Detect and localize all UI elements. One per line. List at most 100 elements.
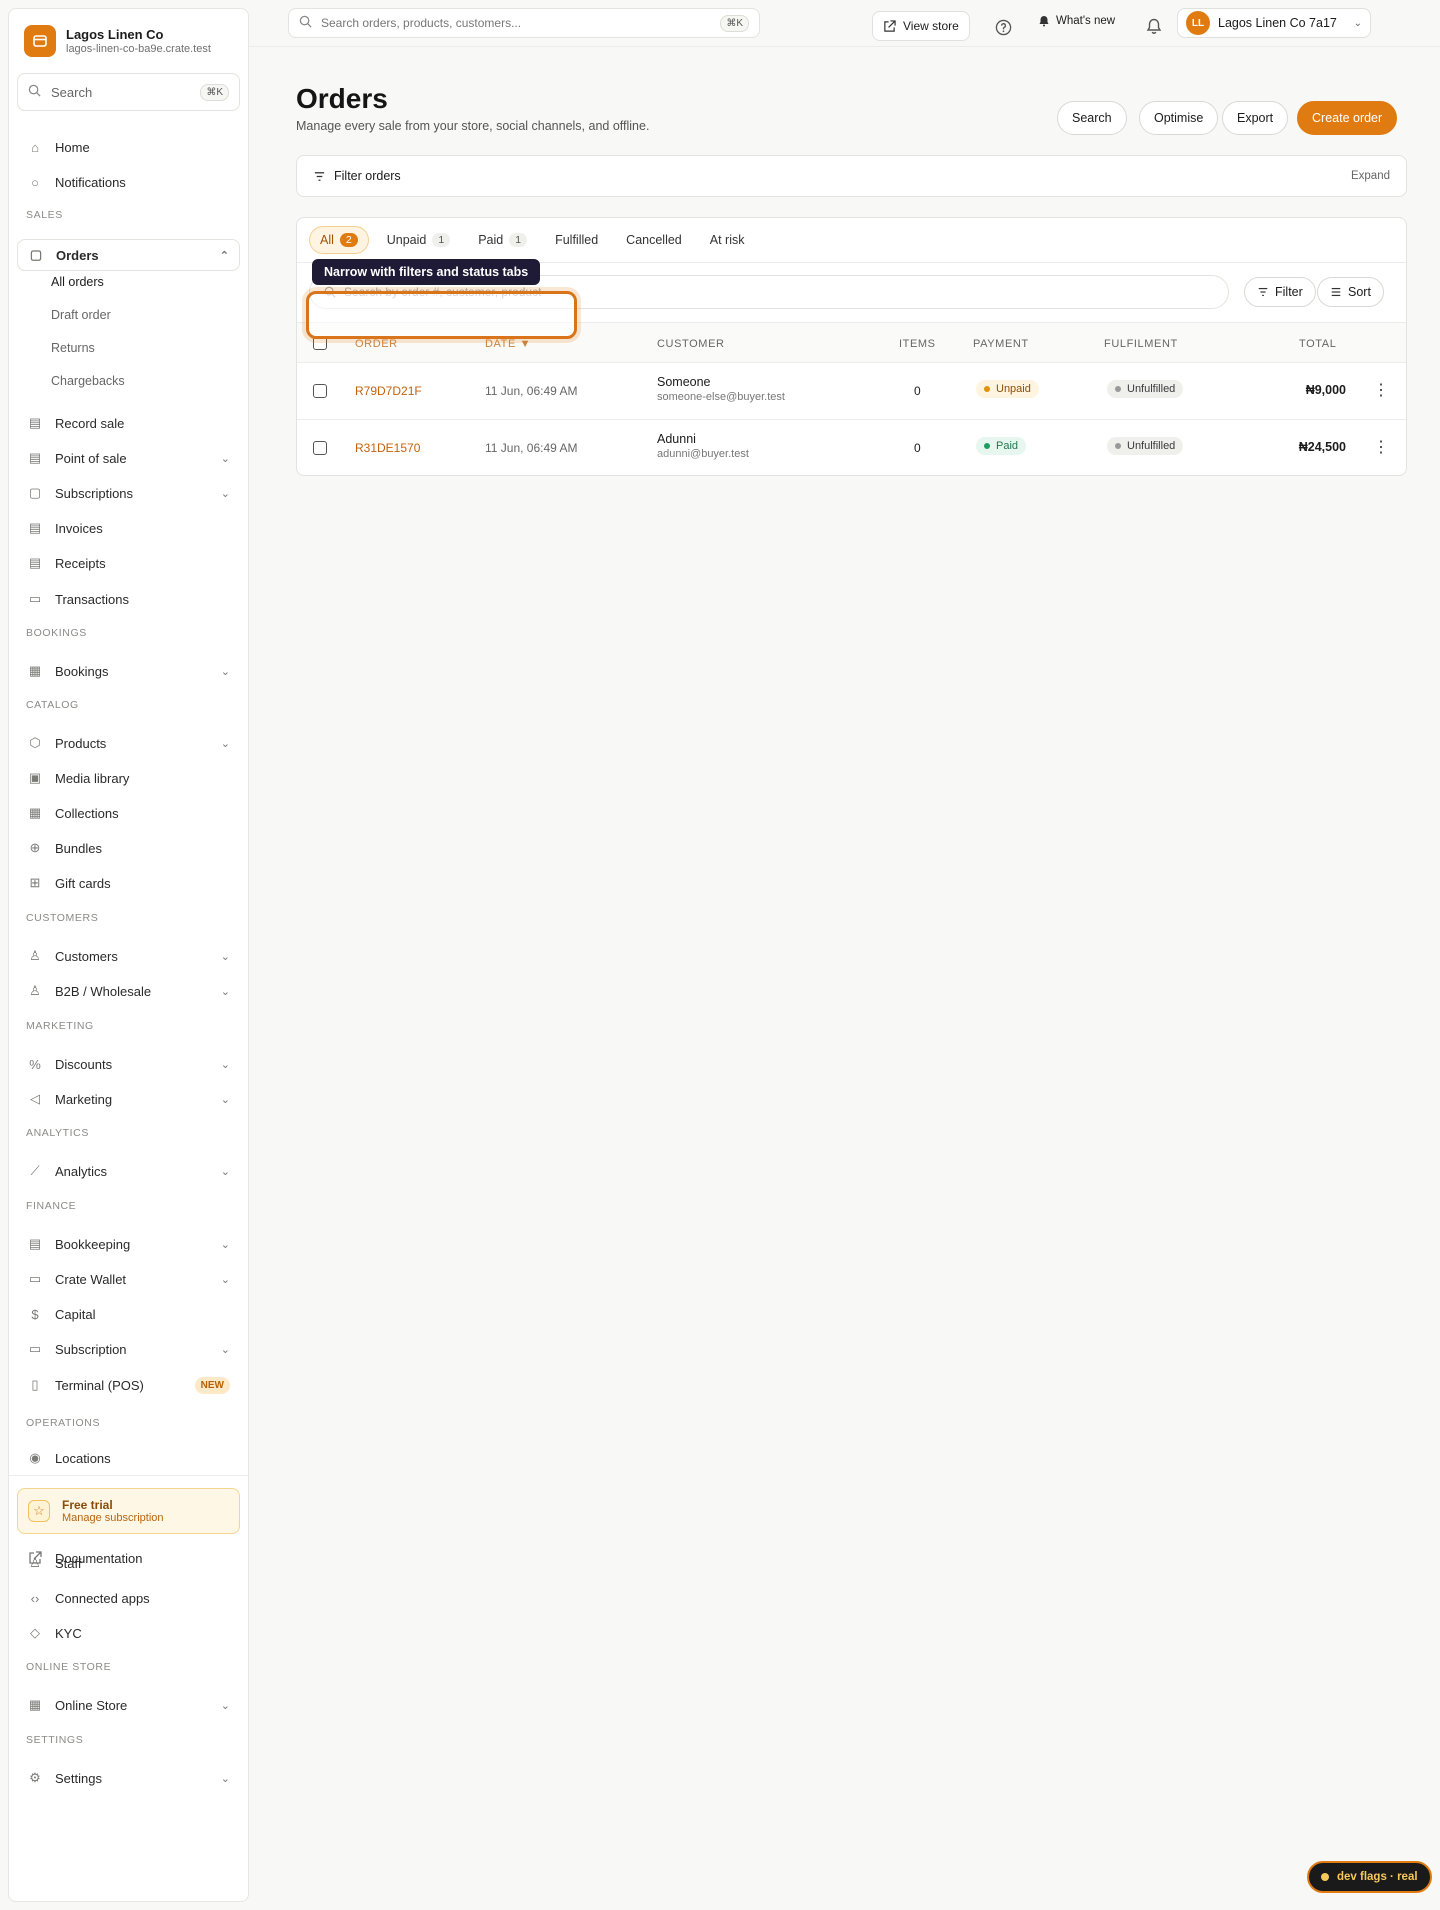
- sidebar-item-point-of-sale[interactable]: ▤ Point of sale ⌄: [17, 442, 240, 474]
- store-logo-icon: [24, 25, 56, 57]
- whats-new-button[interactable]: What's new: [1038, 15, 1115, 27]
- sidebar-item-crate-wallet[interactable]: ▭ Crate Wallet ⌄: [17, 1263, 240, 1295]
- filter-icon: [1257, 286, 1269, 298]
- documentation-label: Documentation: [55, 1550, 143, 1566]
- new-badge: NEW: [194, 1376, 230, 1394]
- sidebar-subitem-all-orders[interactable]: All orders: [51, 275, 104, 289]
- sidebar-item-label: Discounts: [55, 1056, 113, 1072]
- sort-button[interactable]: Sort: [1317, 277, 1384, 307]
- order-number-link[interactable]: R31DE1570: [355, 441, 420, 455]
- tab-at-risk[interactable]: At risk: [700, 226, 755, 254]
- optimise-button[interactable]: Optimise: [1139, 101, 1219, 135]
- sidebar-item-discounts[interactable]: % Discounts ⌄: [17, 1048, 240, 1080]
- sidebar-item-locations[interactable]: ◉ Locations: [17, 1442, 240, 1474]
- items-count: 0: [914, 384, 921, 398]
- tab-all[interactable]: All 2: [309, 226, 369, 254]
- chevron-down-icon: ⌄: [220, 487, 230, 500]
- sidebar-item-online-store[interactable]: ▦ Online Store ⌄: [17, 1689, 240, 1721]
- column-date[interactable]: DATE ▼: [485, 338, 531, 350]
- sidebar-item-kyc[interactable]: ◇ KYC: [17, 1617, 240, 1649]
- chart-icon: ⟋: [30, 1163, 40, 1178]
- tab-cancelled[interactable]: Cancelled: [616, 226, 692, 254]
- chevron-down-icon: ⌄: [220, 950, 230, 963]
- filter-orders-label: Filter orders: [334, 169, 401, 183]
- tab-paid[interactable]: Paid 1: [468, 226, 537, 254]
- chevron-down-icon: ⌄: [220, 665, 230, 678]
- chat-bubble-icon: ○: [31, 174, 39, 190]
- expand-button[interactable]: Expand: [1351, 170, 1390, 182]
- sidebar-item-products[interactable]: ⬡ Products ⌄: [17, 727, 240, 759]
- search-button[interactable]: Search: [1057, 101, 1127, 135]
- sidebar-item-marketing[interactable]: ◁ Marketing ⌄: [17, 1083, 240, 1115]
- sidebar-item-analytics[interactable]: ⟋ Analytics ⌄: [17, 1155, 240, 1187]
- sidebar-item-terminal-pos[interactable]: ▯ Terminal (POS) NEW: [17, 1369, 240, 1401]
- sidebar-subitem-returns[interactable]: Returns: [51, 341, 95, 355]
- help-icon[interactable]: [994, 18, 1012, 36]
- customer-email: someone-else@buyer.test: [657, 391, 785, 403]
- sidebar-item-orders[interactable]: ▢ Orders ⌃: [17, 239, 240, 271]
- tab-unpaid[interactable]: Unpaid 1: [377, 226, 460, 254]
- sidebar-item-gift-cards[interactable]: ⊞ Gift cards: [17, 867, 240, 899]
- column-order[interactable]: ORDER: [355, 338, 398, 350]
- sidebar-item-label: Collections: [55, 805, 119, 821]
- brand-url: lagos-linen-co-ba9e.crate.test: [66, 43, 211, 55]
- sidebar-item-customers[interactable]: ♙ Customers ⌄: [17, 940, 240, 972]
- sidebar-item-b2b-wholesale[interactable]: ♙ B2B / Wholesale ⌄: [17, 975, 240, 1007]
- sidebar-item-invoices[interactable]: ▤ Invoices: [17, 512, 240, 544]
- sidebar-item-home[interactable]: ⌂ Home: [17, 131, 240, 163]
- sidebar-item-collections[interactable]: ▦ Collections: [17, 797, 240, 829]
- chevron-down-icon: ⌄: [220, 1165, 230, 1178]
- table-row[interactable]: R31DE1570 11 Jun, 06:49 AM Adunni adunni…: [297, 420, 1406, 475]
- dev-flags-badge[interactable]: dev flags · real: [1307, 1861, 1432, 1893]
- more-options-icon[interactable]: ⋮: [1373, 380, 1389, 400]
- table-row[interactable]: R79D7D21F 11 Jun, 06:49 AM Someone someo…: [297, 363, 1406, 420]
- sidebar-item-label: Settings: [55, 1770, 102, 1786]
- sidebar-item-connected-apps[interactable]: ‹› Connected apps: [17, 1582, 240, 1614]
- sidebar-item-subscription[interactable]: ▭ Subscription ⌄: [17, 1333, 240, 1365]
- document-icon: ▤: [28, 520, 42, 535]
- export-button[interactable]: Export: [1222, 101, 1289, 135]
- create-order-button[interactable]: Create order: [1297, 101, 1398, 135]
- row-checkbox[interactable]: [313, 441, 327, 455]
- image-icon: ▣: [28, 770, 42, 785]
- filter-orders-bar[interactable]: Filter orders Expand: [296, 155, 1407, 197]
- avatar: LL: [1186, 11, 1210, 35]
- sidebar-search-label: Search: [51, 84, 93, 100]
- tab-count: 1: [509, 233, 528, 247]
- sidebar-item-bookkeeping[interactable]: ▤ Bookkeeping ⌄: [17, 1228, 240, 1260]
- chevron-down-icon: ⌄: [220, 1238, 230, 1251]
- grid-icon: ▦: [28, 805, 42, 820]
- filter-button[interactable]: Filter: [1244, 277, 1316, 307]
- sidebar-item-bundles[interactable]: ⊕ Bundles: [17, 832, 240, 864]
- row-checkbox[interactable]: [313, 384, 327, 398]
- free-trial-card[interactable]: ☆ Free trial Manage subscription: [17, 1488, 240, 1534]
- sidebar-section-heading: SALES: [26, 209, 63, 221]
- brand[interactable]: Lagos Linen Co lagos-linen-co-ba9e.crate…: [24, 25, 211, 57]
- sidebar-subitem-draft-order[interactable]: Draft order: [51, 308, 111, 322]
- order-number-link[interactable]: R79D7D21F: [355, 384, 422, 398]
- external-link-icon: [27, 1550, 43, 1566]
- sidebar-item-capital[interactable]: $ Capital: [17, 1298, 240, 1330]
- page-title: Orders: [296, 83, 388, 114]
- sidebar-item-transactions[interactable]: ▭ Transactions: [17, 583, 240, 615]
- view-store-button[interactable]: View store: [872, 11, 970, 41]
- sidebar-item-notifications[interactable]: ○ Notifications: [17, 166, 240, 198]
- sidebar-item-receipts[interactable]: ▤ Receipts: [17, 547, 240, 579]
- global-search-input[interactable]: Search orders, products, customers... ⌘K: [288, 8, 760, 38]
- sidebar-item-bookings[interactable]: ▦ Bookings ⌄: [17, 655, 240, 687]
- sidebar-item-subscriptions[interactable]: ▢ Subscriptions ⌄: [17, 477, 240, 509]
- sidebar-item-media-library[interactable]: ▣ Media library: [17, 762, 240, 794]
- shortcut-hint: ⌘K: [720, 14, 749, 32]
- documentation-link[interactable]: Documentation: [17, 1542, 240, 1574]
- tab-fulfilled[interactable]: Fulfilled: [545, 226, 608, 254]
- sidebar-item-settings[interactable]: ⚙ Settings ⌄: [17, 1762, 240, 1794]
- sidebar-search[interactable]: Search ⌘K: [17, 73, 240, 111]
- sidebar-subitem-chargebacks[interactable]: Chargebacks: [51, 374, 125, 388]
- ledger-icon: ▤: [28, 1236, 42, 1251]
- chevron-down-icon: ⌄: [220, 1772, 230, 1785]
- account-menu[interactable]: LL Lagos Linen Co 7a17 ⌄: [1177, 8, 1371, 38]
- bell-icon[interactable]: [1145, 17, 1163, 35]
- more-options-icon[interactable]: ⋮: [1373, 437, 1389, 457]
- sidebar-item-record-sale[interactable]: ▤ Record sale: [17, 407, 240, 439]
- card-icon: ▭: [28, 591, 42, 606]
